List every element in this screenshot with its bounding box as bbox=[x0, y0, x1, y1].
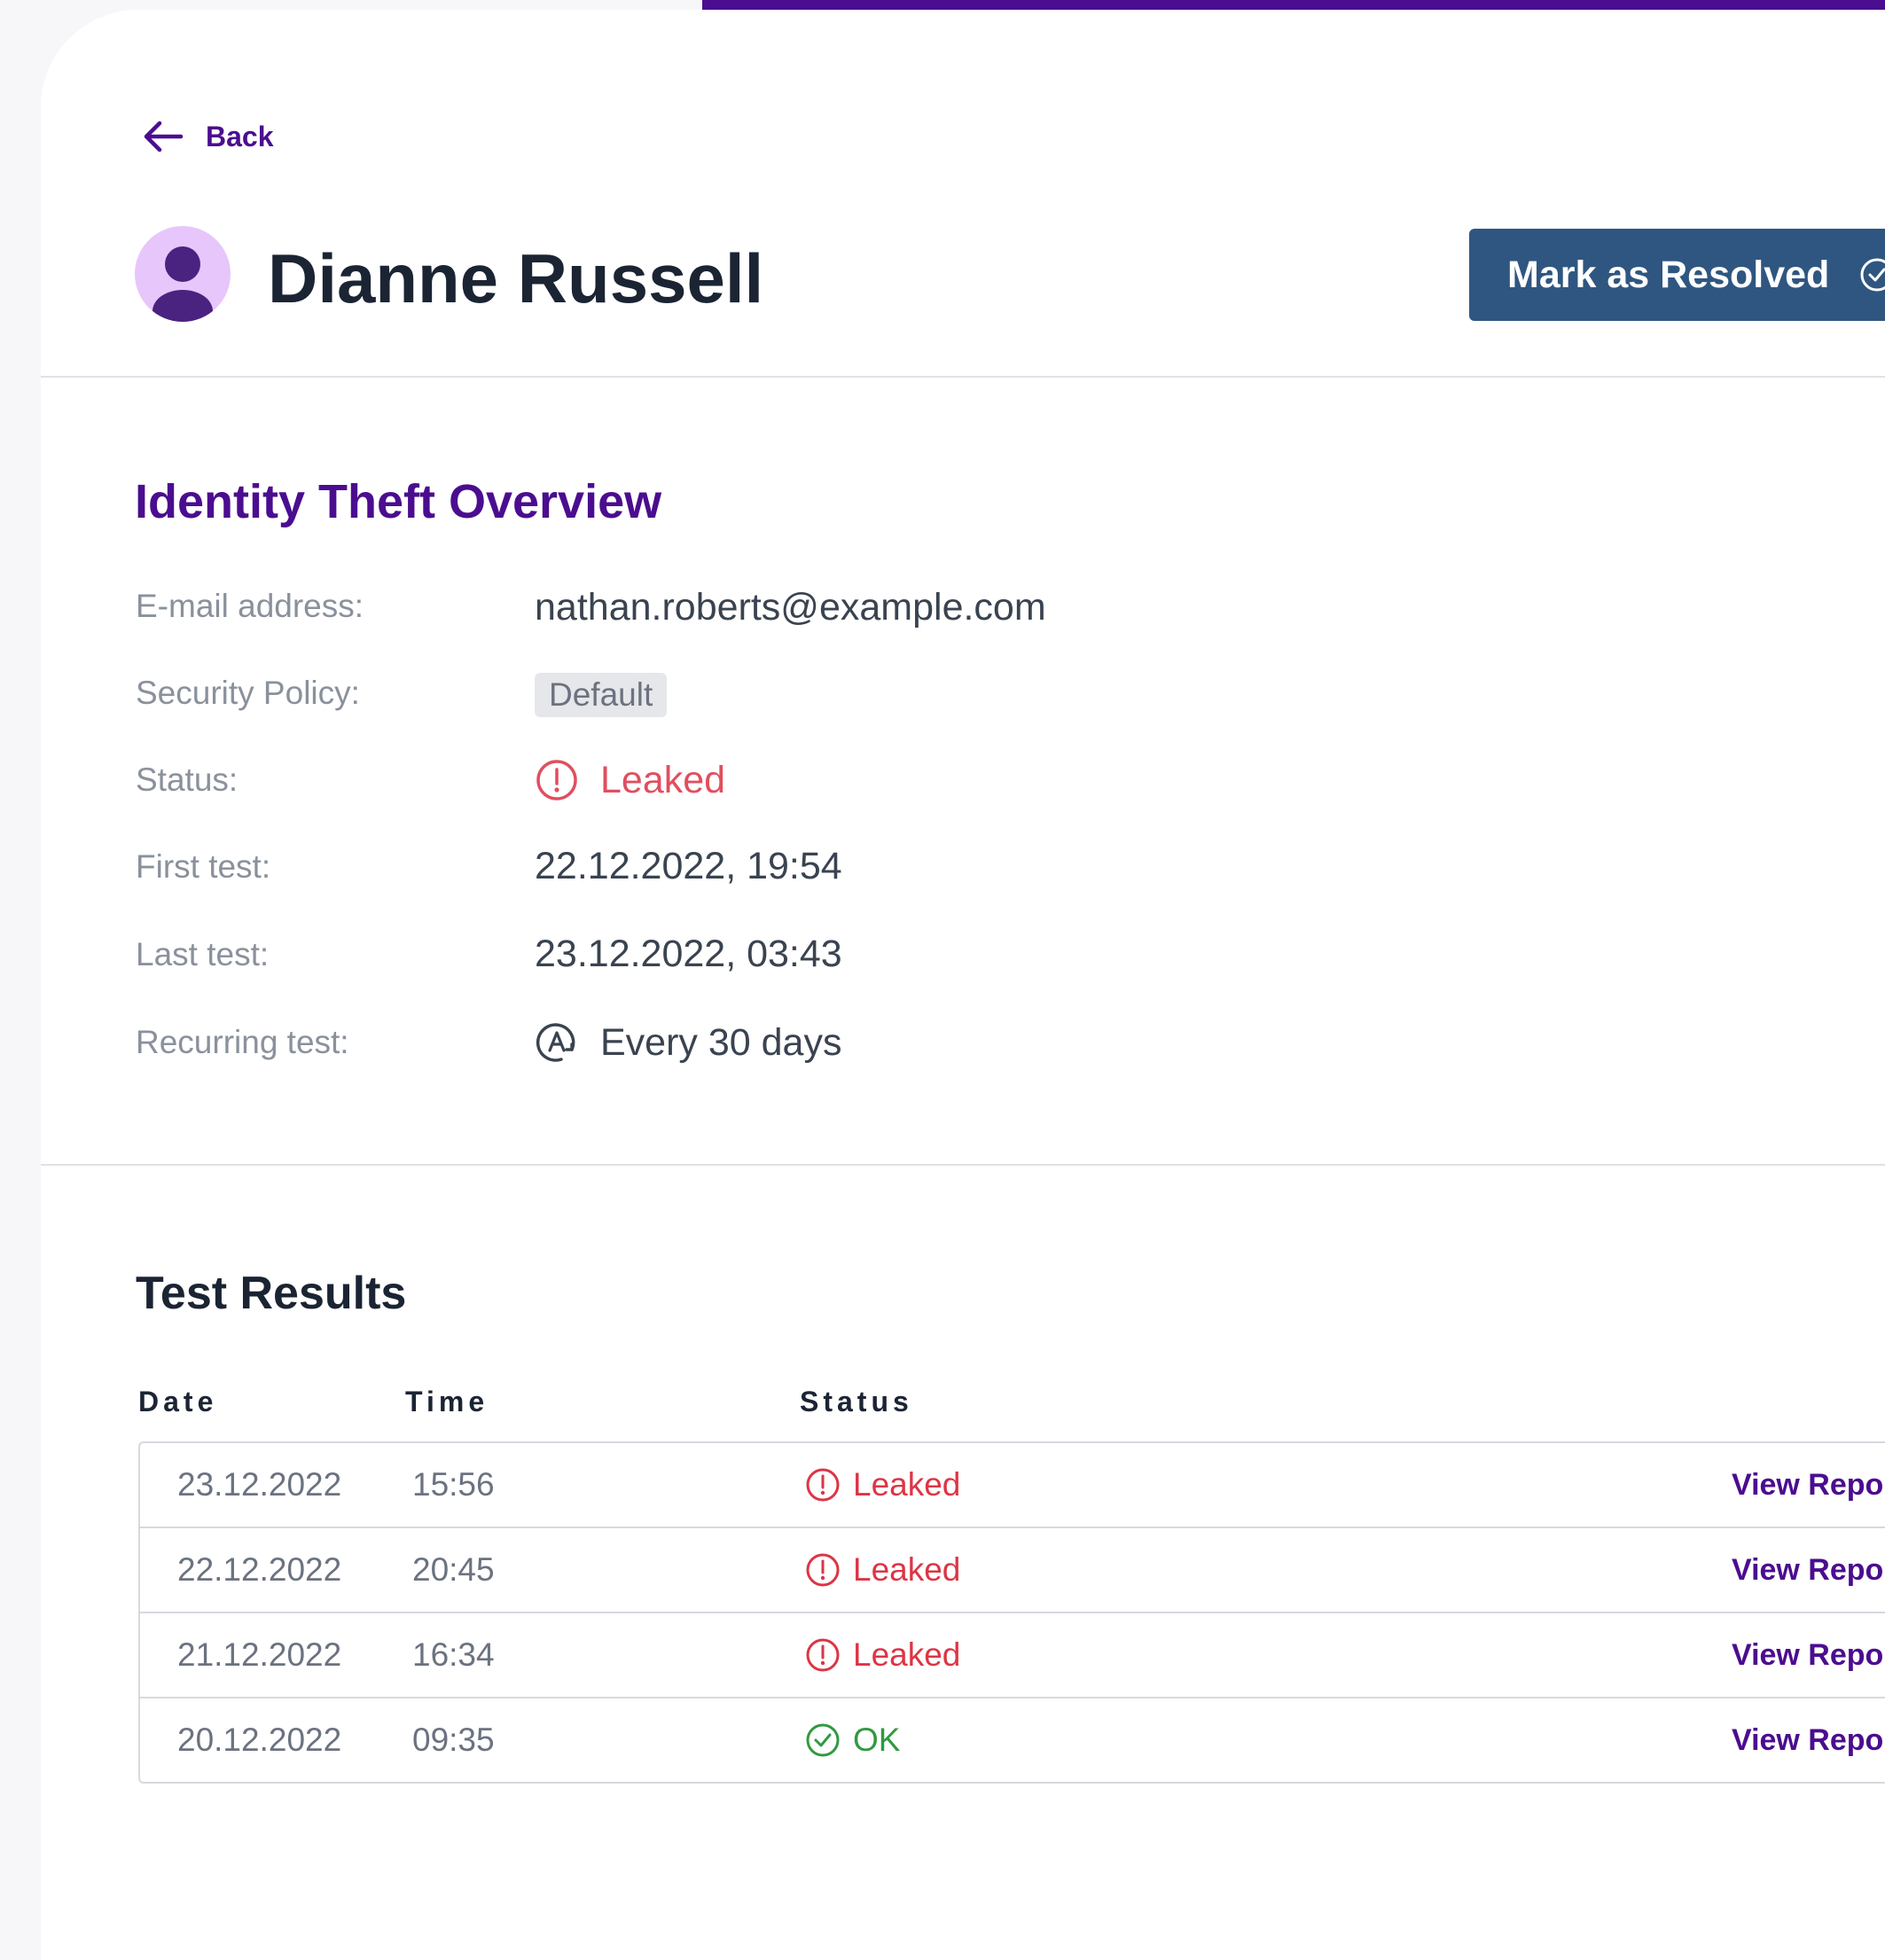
status-label: Status: bbox=[136, 761, 239, 798]
view-report-link[interactable]: View Report bbox=[1732, 1528, 1885, 1612]
user-name: Dianne Russell bbox=[268, 239, 764, 317]
row-status: Leaked bbox=[805, 1613, 960, 1697]
check-circle-icon bbox=[1860, 258, 1885, 292]
security-policy-value: Default bbox=[535, 673, 668, 717]
row-status-text: Leaked bbox=[853, 1551, 961, 1588]
status-value: Leaked bbox=[535, 758, 725, 802]
alert-circle-icon bbox=[806, 1468, 840, 1502]
row-date: 20.12.2022 bbox=[177, 1722, 342, 1758]
mark-as-resolved-button[interactable]: Mark as Resolved bbox=[1469, 229, 1885, 321]
first-test-value: 22.12.2022, 19:54 bbox=[535, 845, 842, 887]
security-policy-label: Security Policy: bbox=[136, 675, 360, 711]
back-link[interactable]: Back bbox=[142, 118, 274, 155]
first-test-label: First test: bbox=[136, 848, 271, 885]
last-test-label: Last test: bbox=[136, 936, 270, 972]
avatar bbox=[135, 226, 231, 322]
table-row: 23.12.2022 15:56 Leaked View Report bbox=[140, 1443, 1885, 1528]
recurring-text: Every 30 days bbox=[600, 1020, 842, 1064]
user-avatar-icon bbox=[153, 246, 213, 322]
row-date: 21.12.2022 bbox=[177, 1636, 342, 1673]
table-row: 22.12.2022 20:45 Leaked View Report bbox=[140, 1528, 1885, 1613]
back-label: Back bbox=[206, 120, 274, 152]
recurring-icon bbox=[536, 1023, 575, 1062]
overview-title: Identity Theft Overview bbox=[135, 475, 662, 528]
table-row: 21.12.2022 16:34 Leaked View Report bbox=[140, 1613, 1885, 1698]
column-header-status: Status bbox=[800, 1386, 913, 1417]
row-status-text: Leaked bbox=[853, 1466, 961, 1503]
test-results-title: Test Results bbox=[136, 1268, 407, 1319]
row-date: 22.12.2022 bbox=[177, 1551, 342, 1588]
status-text: Leaked bbox=[600, 758, 726, 801]
recurring-test-label: Recurring test: bbox=[136, 1024, 349, 1060]
table-row: 20.12.2022 09:35 OK View Report bbox=[140, 1698, 1885, 1782]
row-time: 16:34 bbox=[412, 1636, 495, 1673]
row-time: 09:35 bbox=[412, 1722, 495, 1758]
last-test-value: 23.12.2022, 03:43 bbox=[535, 933, 842, 975]
row-date: 23.12.2022 bbox=[177, 1466, 342, 1503]
arrow-left-icon bbox=[144, 121, 184, 152]
top-accent-bar bbox=[702, 0, 1885, 10]
mark-as-resolved-label: Mark as Resolved bbox=[1507, 253, 1830, 296]
view-report-link[interactable]: View Report bbox=[1732, 1613, 1885, 1697]
alert-circle-icon bbox=[806, 1553, 840, 1587]
overview-divider bbox=[41, 1164, 1885, 1166]
email-value: nathan.roberts@example.com bbox=[535, 586, 1046, 629]
alert-circle-icon bbox=[806, 1638, 840, 1672]
email-label: E-mail address: bbox=[136, 588, 364, 624]
detail-card: Back Dianne Russell Mark as Resolved Ide… bbox=[41, 10, 1885, 1960]
test-results-table: 23.12.2022 15:56 Leaked View Report 22.1… bbox=[138, 1441, 1885, 1784]
row-time: 15:56 bbox=[412, 1466, 495, 1503]
header-divider bbox=[41, 376, 1885, 378]
column-header-time: Time bbox=[405, 1386, 489, 1417]
recurring-test-value: Every 30 days bbox=[535, 1020, 841, 1065]
row-status-text: Leaked bbox=[853, 1636, 961, 1673]
row-status: Leaked bbox=[805, 1528, 960, 1612]
policy-badge: Default bbox=[535, 673, 668, 717]
row-status: Leaked bbox=[805, 1443, 960, 1527]
view-report-link[interactable]: View Report bbox=[1732, 1698, 1885, 1782]
view-report-link[interactable]: View Report bbox=[1732, 1443, 1885, 1527]
check-circle-icon bbox=[806, 1723, 840, 1757]
row-status-text: OK bbox=[853, 1722, 901, 1758]
row-status: OK bbox=[805, 1698, 900, 1782]
alert-circle-icon bbox=[536, 760, 577, 800]
column-header-date: Date bbox=[138, 1386, 218, 1417]
row-time: 20:45 bbox=[412, 1551, 495, 1588]
